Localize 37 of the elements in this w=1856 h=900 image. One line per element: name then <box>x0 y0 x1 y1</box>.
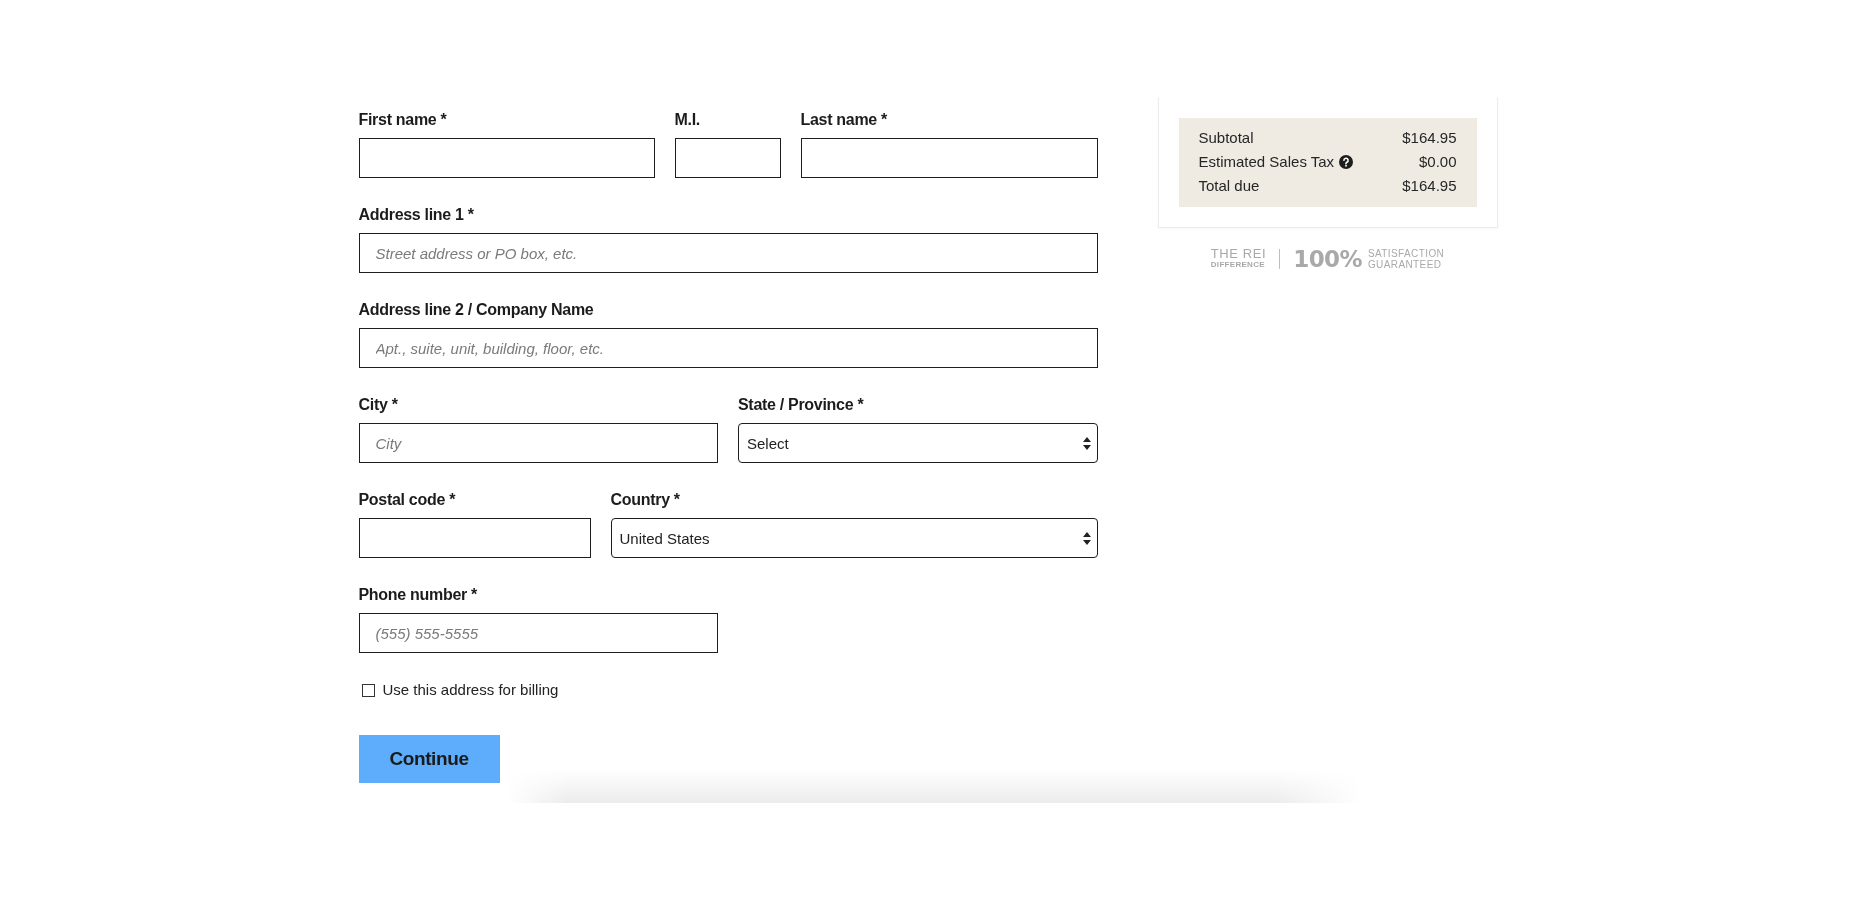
summary-amount: $0.00 <box>1418 152 1457 172</box>
field-label: Postal code * <box>358 490 457 510</box>
field-label: State / Province * <box>738 395 865 415</box>
sort-arrows-icon <box>1082 436 1091 450</box>
field-label: Address line 2 / Company Name <box>358 300 595 320</box>
dropdown-select[interactable]: United States <box>610 518 1098 558</box>
dropdown-select[interactable]: Select <box>738 423 1098 463</box>
summary-amount: $164.95 <box>1402 128 1457 148</box>
guarantee-text: GUARANTEED <box>1367 259 1442 270</box>
input-field[interactable]: (555) 555-5555 <box>358 613 718 653</box>
logo-wordmark: THE REI <box>1210 248 1267 260</box>
guarantee-text: SATISFACTION <box>1367 248 1445 259</box>
field-label: City * <box>358 395 399 415</box>
summary-label: Subtotal <box>1198 128 1254 148</box>
field-label: Address line 1 * <box>358 205 475 225</box>
help-icon[interactable] <box>1339 155 1354 169</box>
checkbox-label[interactable]: Use this address for billing <box>382 680 559 700</box>
input-field[interactable]: Apt., suite, unit, building, floor, etc. <box>358 328 1098 368</box>
field-label: First name * <box>358 110 448 130</box>
guarantee-percent: 100% <box>1293 247 1362 271</box>
continue-button[interactable]: Continue <box>358 735 500 783</box>
input-field[interactable] <box>358 518 591 558</box>
summary-label: Estimated Sales Tax <box>1198 152 1335 172</box>
field-label: M.I. <box>674 110 701 130</box>
summary-label: Total due <box>1198 176 1260 196</box>
input-field[interactable] <box>358 138 655 178</box>
field-label: Phone number * <box>358 585 478 605</box>
field-label: Last name * <box>800 110 888 130</box>
input-field[interactable] <box>800 138 1098 178</box>
checkbox[interactable] <box>361 683 375 697</box>
sort-arrows-icon <box>1082 531 1091 545</box>
input-field[interactable]: City <box>358 423 718 463</box>
logo-subtitle: DIFFERENCE <box>1210 260 1265 270</box>
summary-amount: $164.95 <box>1402 176 1457 196</box>
input-field[interactable]: Street address or PO box, etc. <box>358 233 1098 273</box>
field-label: Country * <box>610 490 681 510</box>
input-field[interactable] <box>674 138 781 178</box>
